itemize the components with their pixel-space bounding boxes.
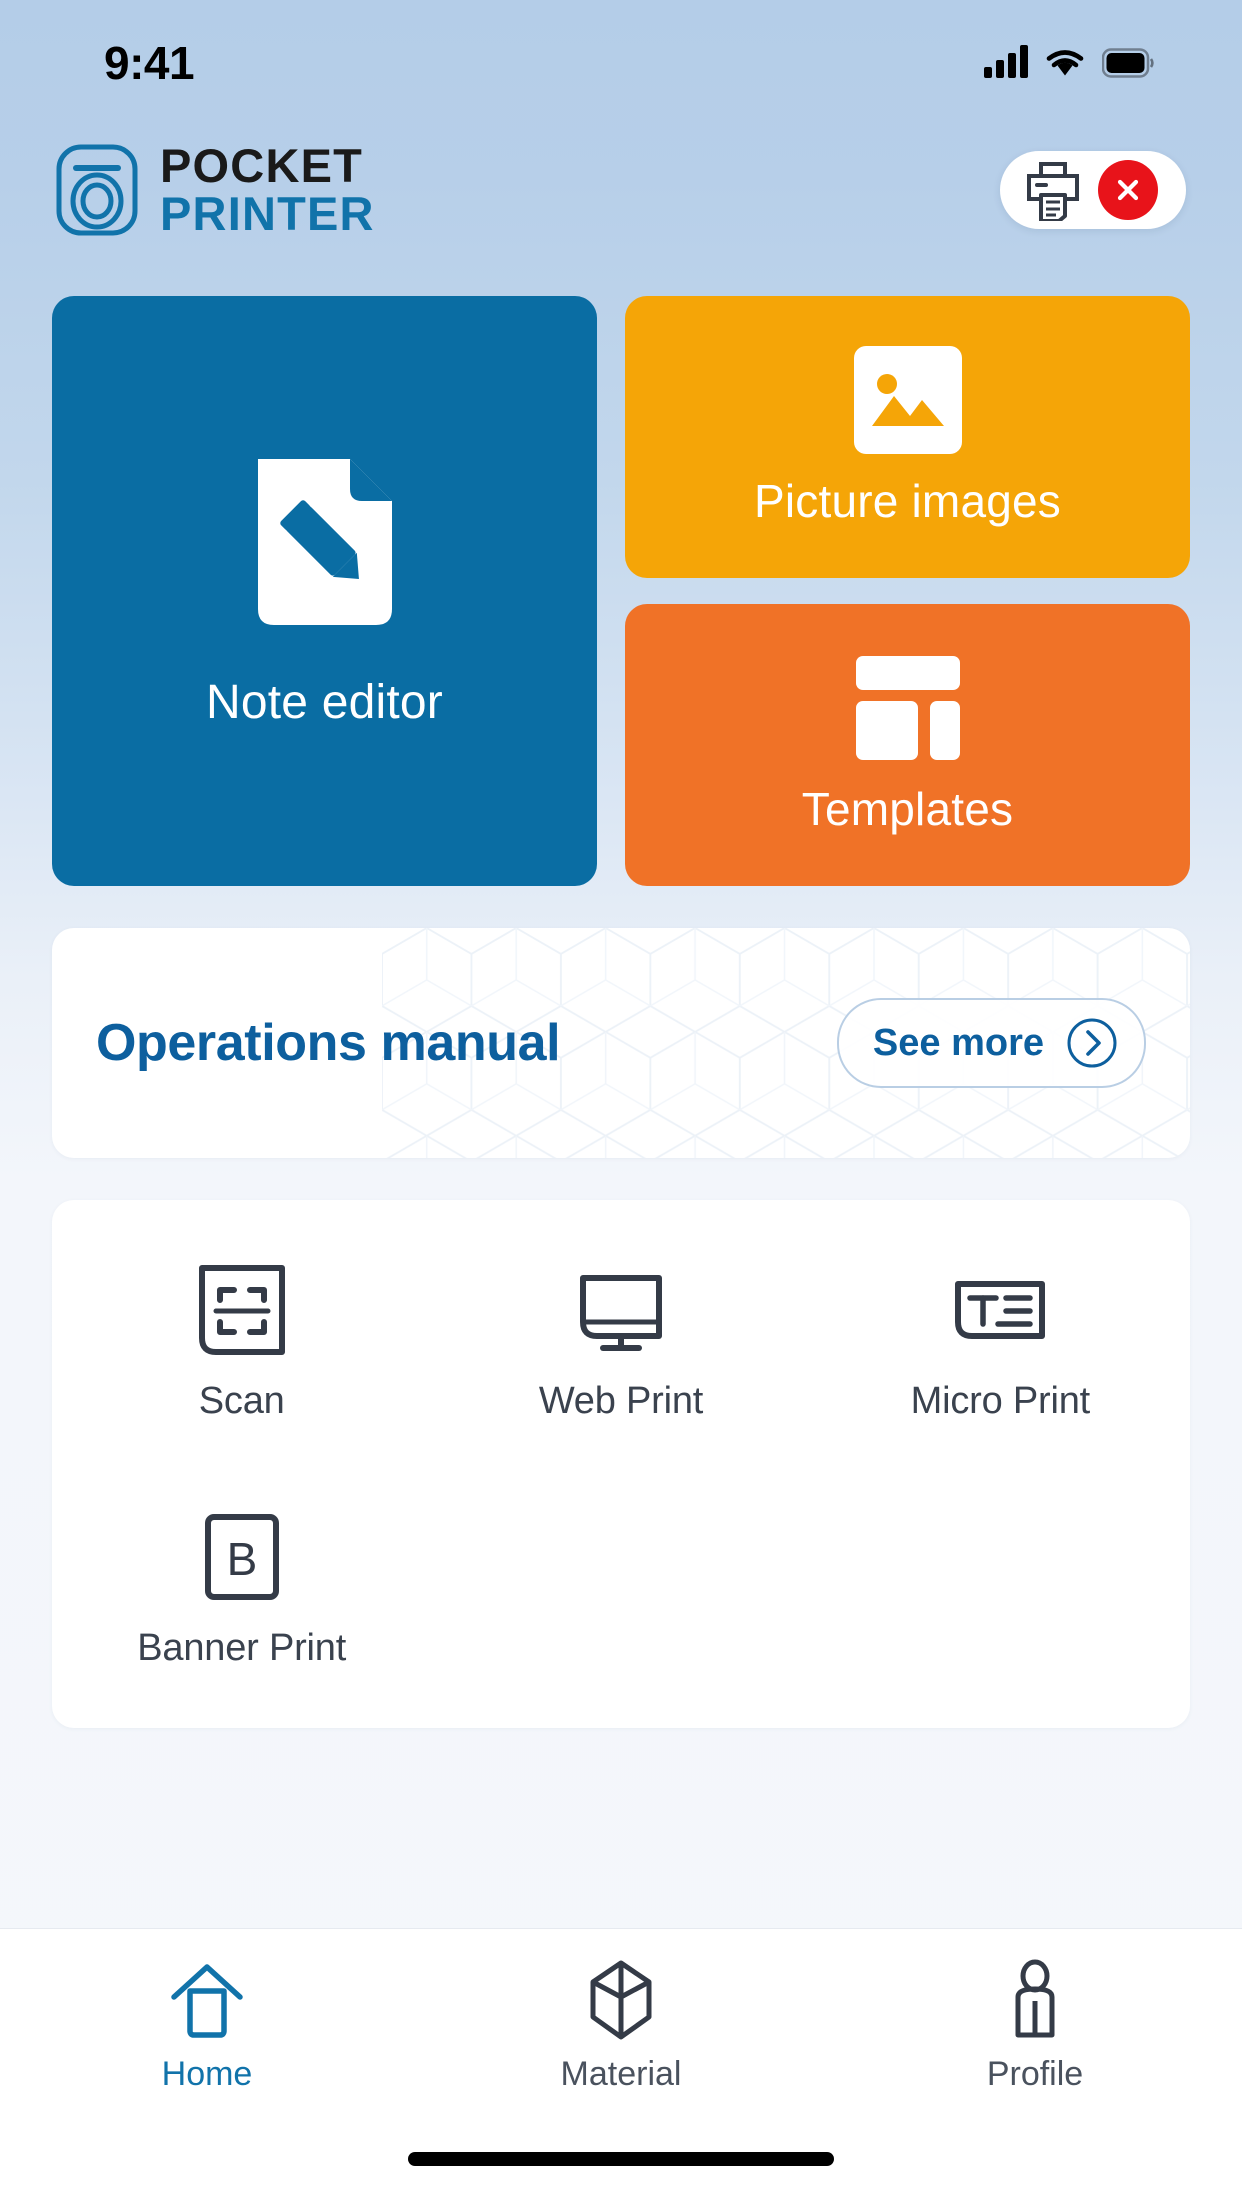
feature-banner-print[interactable]: B Banner Print (52, 1509, 431, 1670)
see-more-label: See more (872, 1021, 1044, 1064)
person-icon (1015, 1959, 1055, 2038)
status-time: 9:41 (104, 37, 195, 89)
cellular-signal-icon (984, 44, 1028, 78)
scan-frame-icon (198, 1265, 285, 1355)
feature-label: Scan (198, 1380, 285, 1422)
brand: POCKET PRINTER (56, 142, 375, 238)
printer-status-badge (1098, 160, 1158, 220)
wifi-icon (1046, 50, 1084, 76)
feature-scan[interactable]: Scan (52, 1262, 431, 1423)
primary-tiles: Note editor Picture images Templates (52, 296, 1190, 886)
tile-note-editor[interactable]: Note editor (52, 296, 597, 886)
feature-micro-print[interactable]: Micro Print (811, 1262, 1190, 1423)
tile-picture-images[interactable]: Picture images (625, 296, 1190, 578)
chevron-right-circle-icon (1067, 1018, 1117, 1068)
printer-status-button[interactable] (1000, 151, 1186, 229)
text-lines-icon (955, 1281, 1046, 1339)
see-more-button[interactable]: See more (836, 998, 1146, 1088)
svg-text:B: B (226, 1533, 257, 1585)
printer-icon (1027, 162, 1079, 221)
tab-label: Material (560, 2055, 682, 2093)
tile-label: Templates (801, 783, 1014, 835)
document-pencil-icon (257, 458, 392, 625)
image-photo-icon (853, 346, 962, 454)
monitor-icon (579, 1275, 662, 1351)
tab-profile[interactable]: Profile (828, 1957, 1242, 2094)
feature-label: Web Print (538, 1380, 704, 1422)
feature-grid: Scan Web Print Micro Print B Banner Prin… (52, 1262, 1190, 1670)
cube-box-icon (590, 1960, 652, 2040)
layout-grid-icon (855, 656, 960, 760)
tab-label: Profile (986, 2055, 1084, 2093)
operations-manual-banner[interactable]: Operations manual See more (52, 928, 1190, 1158)
close-x-icon (1117, 179, 1139, 201)
tab-label: Home (161, 2055, 253, 2093)
battery-full-icon (1102, 48, 1154, 78)
status-bar: 9:41 (0, 0, 1242, 120)
brand-line-2: PRINTER (160, 187, 375, 240)
tile-label: Picture images (753, 475, 1062, 527)
tab-material[interactable]: Material (414, 1957, 828, 2094)
feature-label: Banner Print (137, 1627, 347, 1669)
letter-b-box-icon: B (204, 1514, 279, 1600)
tab-home[interactable]: Home (0, 1957, 414, 2094)
feature-shortcuts-card: Scan Web Print Micro Print B Banner Prin… (52, 1200, 1190, 1728)
pocket-printer-logo-icon (56, 144, 138, 236)
bottom-tab-bar: Home Material Profile (0, 1928, 1242, 2208)
brand-line-1: POCKET (160, 139, 364, 193)
feature-label: Micro Print (910, 1380, 1091, 1422)
feature-web-print[interactable]: Web Print (431, 1262, 810, 1423)
tile-templates[interactable]: Templates (625, 604, 1190, 886)
home-indicator[interactable] (408, 2152, 834, 2166)
app-header: POCKET PRINTER (0, 120, 1242, 260)
house-icon (171, 1964, 243, 2038)
tile-label: Note editor (206, 675, 443, 729)
status-indicators (984, 44, 1154, 78)
manual-title: Operations manual (96, 1014, 561, 1072)
